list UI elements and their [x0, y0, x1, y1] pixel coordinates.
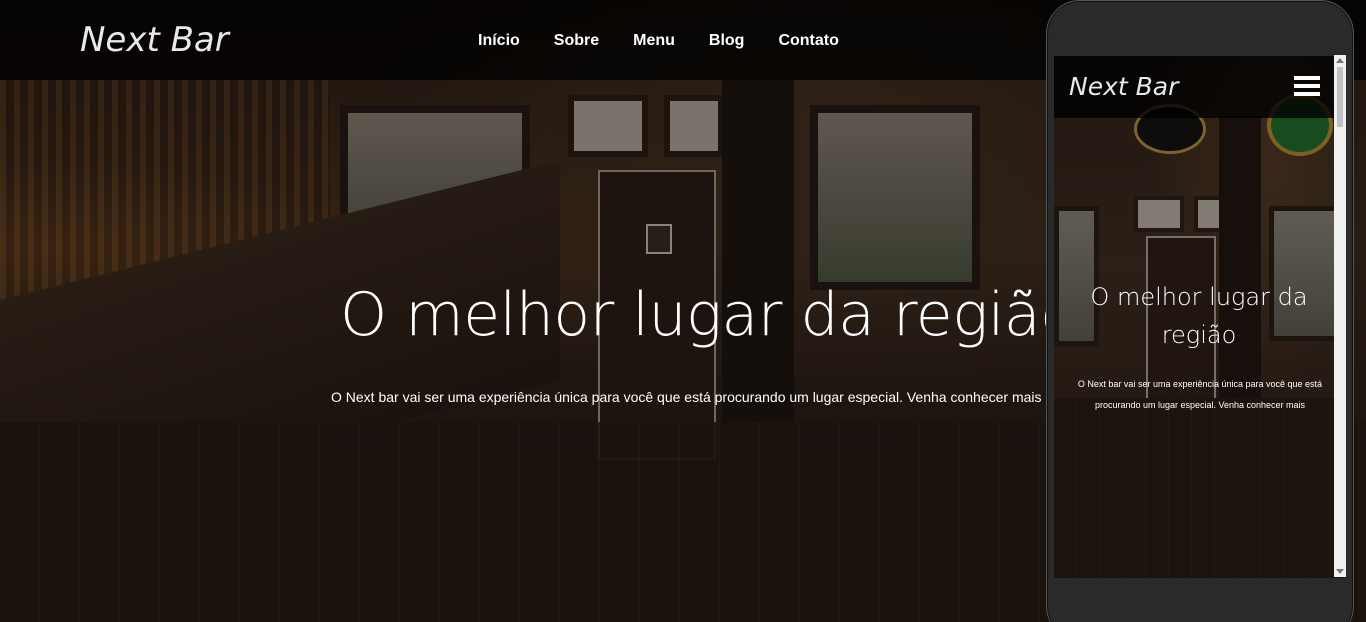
phone-screen: Next Bar O melhor lugar da região O Next…: [1054, 56, 1344, 578]
main-nav: Início Sobre Menu Blog Contato: [478, 31, 873, 51]
phone-scrollbar[interactable]: [1334, 55, 1346, 577]
hero-subtitle: O Next bar vai ser uma experiência única…: [331, 389, 1042, 405]
scroll-down-arrow-icon[interactable]: [1336, 569, 1344, 574]
phone-mockup: Next Bar O melhor lugar da região O Next…: [1046, 0, 1354, 622]
nav-link-sobre[interactable]: Sobre: [554, 31, 599, 51]
nav-link-inicio[interactable]: Início: [478, 31, 520, 51]
phone-logo[interactable]: Next Bar: [1069, 72, 1178, 101]
phone-hero-title: O melhor lugar da região: [1090, 283, 1308, 349]
scroll-up-arrow-icon[interactable]: [1336, 58, 1344, 63]
site-logo[interactable]: Next Bar: [80, 20, 229, 60]
nav-link-contato[interactable]: Contato: [778, 31, 838, 51]
hamburger-menu-icon[interactable]: [1294, 76, 1320, 98]
scrollbar-thumb[interactable]: [1337, 67, 1343, 127]
nav-link-blog[interactable]: Blog: [709, 31, 745, 51]
hero-title: O melhor lugar da região: [340, 280, 1077, 350]
phone-hero-subtitle: O Next bar vai ser uma experiência única…: [1077, 379, 1323, 410]
phone-header: Next Bar: [1054, 56, 1344, 118]
nav-link-menu[interactable]: Menu: [633, 31, 675, 51]
